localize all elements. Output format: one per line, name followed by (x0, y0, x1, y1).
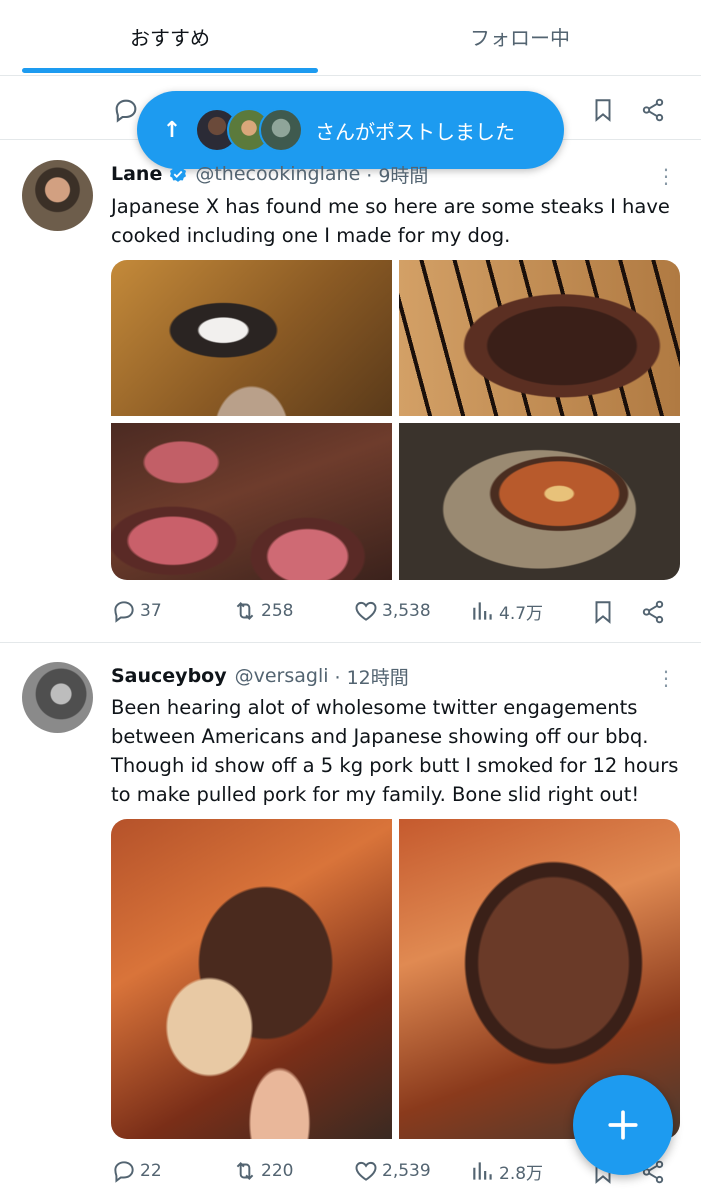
display-name[interactable]: Lane (111, 163, 162, 185)
more-options-icon[interactable]: ⋮ (654, 161, 678, 191)
views-icon (473, 1162, 492, 1180)
tab-recommended[interactable]: おすすめ (0, 0, 340, 72)
tweet-header: Lane @thecookinglane · 9時間 (111, 159, 428, 189)
heart-icon (355, 1161, 377, 1181)
tweet-header: Sauceyboy @versagli · 12時間 (111, 661, 409, 691)
tweet-text: Been hearing alot of wholesome twitter e… (111, 693, 681, 809)
timeline-tabs: おすすめ フォロー中 (0, 0, 701, 76)
reply-button[interactable]: 22 (111, 1155, 162, 1187)
steak-photo[interactable] (399, 260, 680, 416)
tweet-text-line: Been hearing alot of wholesome twitter e… (111, 696, 638, 719)
tweet-text-line: to make pulled pork for my family. Bone … (111, 783, 640, 806)
views-button[interactable]: 4.7万 (470, 595, 543, 627)
repost-button[interactable]: 258 (232, 595, 293, 627)
pan-steak-photo[interactable] (399, 423, 680, 580)
media-grid (111, 260, 680, 580)
reply-count: 22 (140, 1161, 162, 1181)
bookmark-icon[interactable] (590, 96, 616, 124)
avatar[interactable] (22, 662, 93, 733)
reply-icon (114, 1161, 134, 1183)
reply-button[interactable]: 37 (111, 595, 162, 627)
tweet[interactable]: Lane @thecookinglane · 9時間 ⋮ Japanese X … (0, 141, 701, 643)
user-handle[interactable]: @versagli (235, 665, 329, 687)
display-name[interactable]: Sauceyboy (111, 665, 227, 687)
reply-count: 37 (140, 601, 162, 621)
repost-count: 220 (261, 1161, 294, 1181)
reply-icon (114, 601, 134, 623)
compose-button[interactable] (573, 1075, 673, 1175)
views-icon (473, 602, 492, 620)
repost-button[interactable]: 220 (232, 1155, 293, 1187)
tweet-text-line: Japanese X has found me so here are some… (111, 195, 670, 218)
reply-icon[interactable] (112, 96, 140, 124)
tweet-text-line: between Americans and Japanese showing o… (111, 725, 649, 748)
tab-following[interactable]: フォロー中 (350, 0, 690, 72)
tweet-text-line: cooked including one I made for my dog. (111, 224, 511, 247)
tweet-actions: 37 258 3,538 4.7万 (0, 595, 701, 627)
repost-icon (236, 1162, 254, 1180)
post-time[interactable]: · 12時間 (335, 663, 409, 690)
repost-count: 258 (261, 601, 294, 621)
tweet-text-line: Though id show off a 5 kg pork butt I sm… (111, 754, 679, 777)
verified-badge-icon (170, 165, 187, 182)
share-icon[interactable] (640, 96, 666, 124)
heart-icon (355, 601, 377, 621)
user-handle[interactable]: @thecookinglane (195, 163, 360, 185)
view-count: 4.7万 (499, 603, 544, 624)
tweet-text: Japanese X has found me so here are some… (111, 192, 681, 250)
pork-bone-photo[interactable] (111, 819, 392, 1139)
share-icon[interactable] (640, 598, 666, 626)
avatar[interactable] (22, 160, 93, 231)
views-button[interactable]: 2.8万 (470, 1155, 543, 1187)
tenderloin-photo[interactable] (111, 423, 392, 580)
post-time[interactable]: · 9時間 (366, 161, 428, 188)
more-options-icon[interactable]: ⋮ (654, 663, 678, 693)
view-count: 2.8万 (499, 1163, 544, 1184)
plus-icon (608, 1110, 638, 1140)
bookmark-icon[interactable] (590, 598, 616, 626)
like-button[interactable]: 2,539 (353, 1155, 431, 1187)
active-tab-indicator (22, 68, 318, 73)
like-count: 2,539 (382, 1161, 431, 1181)
repost-icon (236, 602, 254, 620)
like-count: 3,538 (382, 601, 431, 621)
dog-photo[interactable] (111, 260, 392, 416)
like-button[interactable]: 3,538 (353, 595, 431, 627)
